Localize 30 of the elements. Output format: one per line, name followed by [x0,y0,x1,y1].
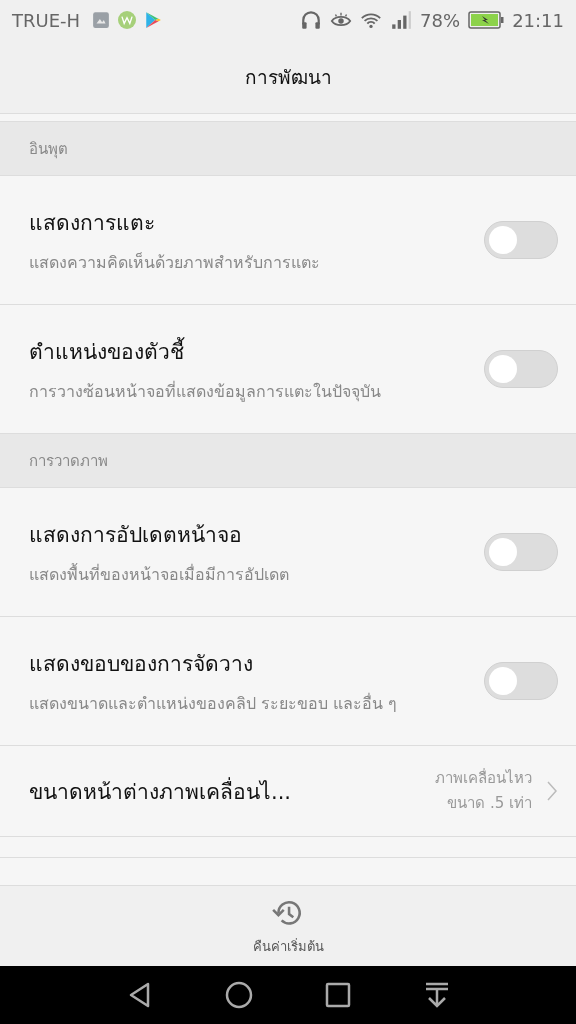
setting-title: แสดงการอัปเดตหน้าจอ [29,521,243,549]
setting-description: แสดงความคิดเห็นด้วยภาพสำหรับการแตะ [29,251,321,274]
section-header: การวาดภาพ [0,434,576,488]
toggle-switch[interactable] [484,662,558,700]
home-icon[interactable] [224,981,253,1009]
screen-title: การพัฒนา [244,64,332,90]
setting-value: ภาพเคลื่อนไหว ขนาด .5 เท่า [434,767,532,814]
image-icon [92,11,111,29]
clock-time: 21:11 [512,9,564,31]
play-store-icon [144,11,163,29]
battery-icon [468,10,505,30]
setting-title: แสดงขอบของการจัดวาง [29,650,254,678]
setting-description: การวางซ้อนหน้าจอที่แสดงข้อมูลการแตะในปัจจุบัน [29,380,382,404]
setting-title: ตำแหน่งของตัวชี้ [29,336,186,366]
setting-title: ขนาดหน้าต่างภาพเคลื่อนไ... [29,776,292,806]
toggle-switch[interactable] [484,350,558,388]
toggle-switch[interactable] [484,533,558,571]
section-header: อินพุต [0,122,576,176]
reset-button[interactable]: คืนค่าเริ่มต้น [248,891,328,961]
chevron-right-icon [546,779,558,803]
setting-description: แสดงพื้นที่ของหน้าจอเมื่อมีการอัปเดต [29,562,290,586]
headphones-icon [300,9,323,31]
setting-description: แสดงขนาดและตำแหน่งของคลิป ระยะขอบ และอื่น ๆ [29,692,399,715]
toggle-switch[interactable] [484,221,558,259]
carrier-name: TRUE-H [12,9,81,31]
signal-icon [390,9,413,31]
setting-title: แสดงการแตะ [29,209,156,237]
recents-icon[interactable] [323,981,352,1009]
battery-percent: 78% [420,9,461,31]
w-circle-icon [118,11,137,29]
